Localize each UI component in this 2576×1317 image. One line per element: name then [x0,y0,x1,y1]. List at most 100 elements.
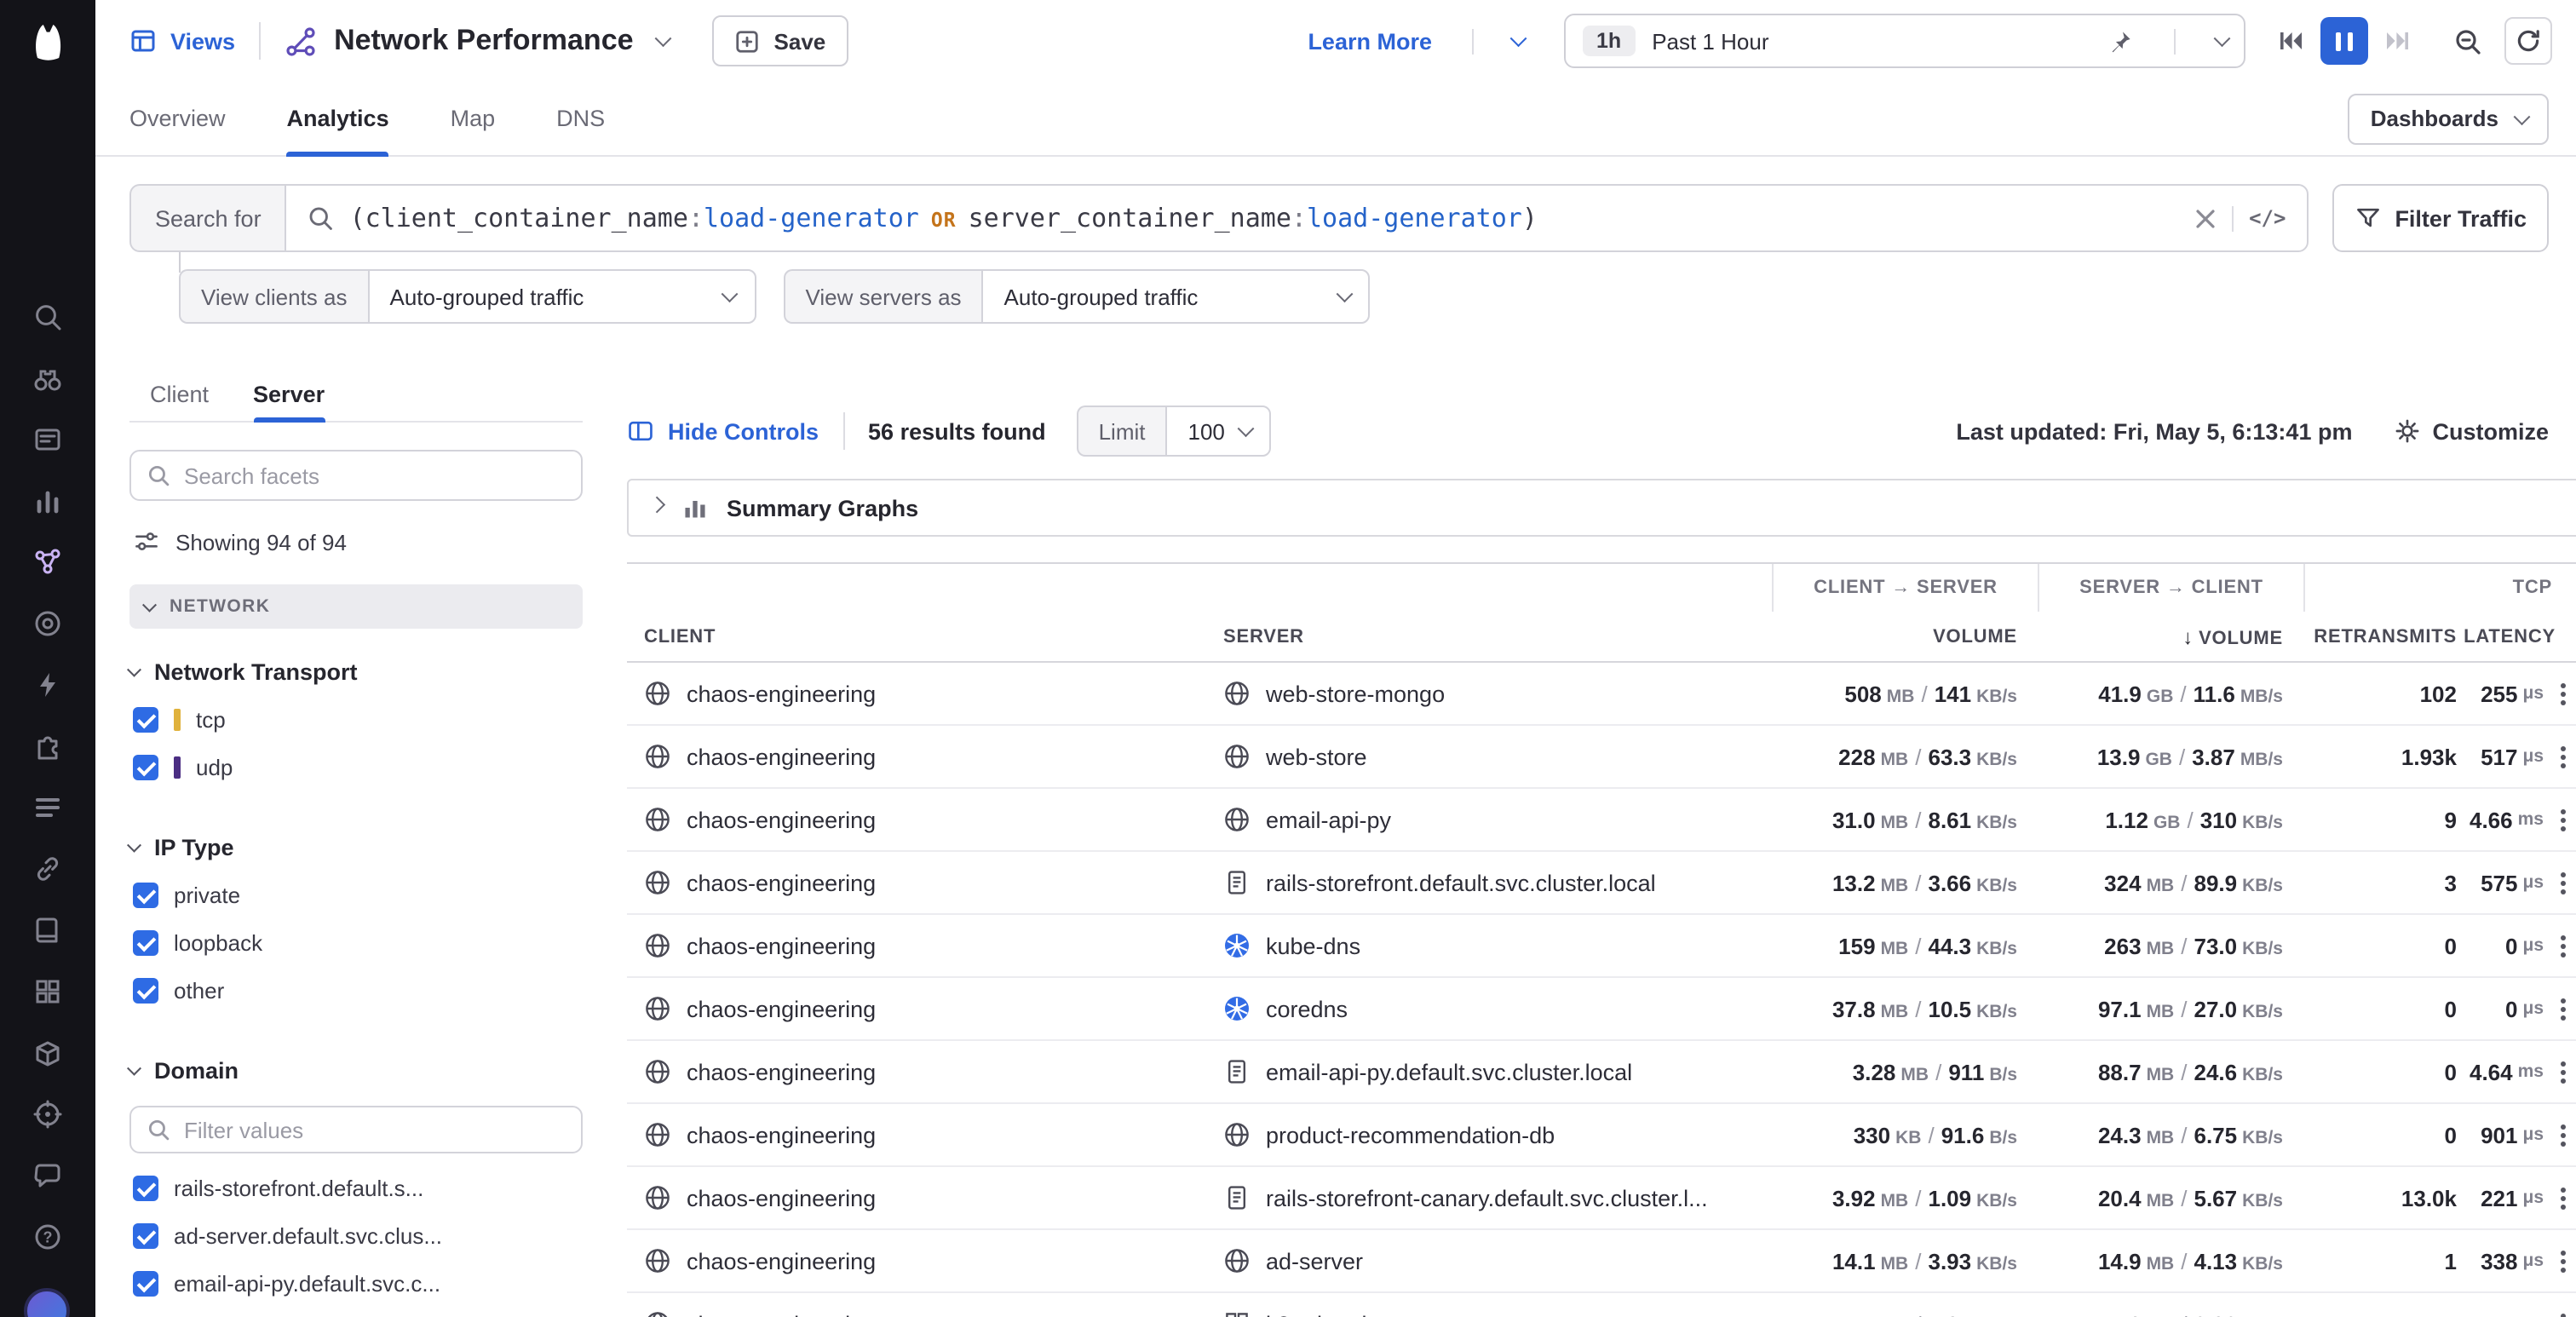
chat-icon[interactable] [32,1160,63,1191]
network-section-header[interactable]: NETWORK [129,584,583,629]
server-cell[interactable]: kube-dns [1210,932,1772,959]
package-icon[interactable] [32,1038,63,1068]
filter-traffic-button[interactable]: Filter Traffic [2332,184,2549,252]
client-cell[interactable]: chaos-engineering [627,806,1210,833]
col-server[interactable]: SERVER [1210,626,1772,647]
client-cell[interactable]: chaos-engineering [627,1310,1210,1317]
time-range-picker[interactable]: 1h Past 1 Hour [1564,14,2245,68]
server-cell[interactable]: web-store-mongo [1210,680,1772,707]
hide-controls-button[interactable]: Hide Controls [627,417,819,445]
puzzle-icon[interactable] [32,731,63,762]
client-cell[interactable]: chaos-engineering [627,869,1210,896]
topology-icon[interactable] [32,547,63,578]
checkbox-checked[interactable] [133,755,158,780]
domain-filter-input[interactable] [184,1117,566,1142]
row-menu-icon[interactable] [2561,880,2566,885]
server-cell[interactable]: web-store [1210,743,1772,770]
cards-icon[interactable] [32,424,63,455]
app-logo[interactable] [22,14,73,65]
table-row[interactable]: chaos-engineering coredns 37.8MB/10.5KB/… [627,978,2576,1041]
customize-button[interactable]: Customize [2393,417,2549,445]
table-row[interactable]: chaos-engineering email-api-py.default.s… [627,1041,2576,1104]
checkbox-checked[interactable] [133,707,158,733]
dashboards-button[interactable]: Dashboards [2349,93,2549,144]
grid-icon[interactable] [32,976,63,1007]
views-button[interactable]: Views [129,27,235,55]
checkbox-checked[interactable] [133,978,158,1004]
row-menu-icon[interactable] [2561,1132,2566,1137]
table-row[interactable]: chaos-engineering kube-dns 159MB/44.3KB/… [627,915,2576,978]
server-cell[interactable]: rails-storefront-canary.default.svc.clus… [1210,1184,1772,1211]
facet-group-network-transport[interactable]: Network Transport [129,659,583,685]
bar-chart-icon[interactable] [32,486,63,516]
learn-more-button[interactable]: Learn More [1308,28,1523,54]
pin-icon[interactable] [2107,28,2132,54]
table-row[interactable]: chaos-engineering email-api-py 31.0MB/8.… [627,789,2576,852]
refresh-button[interactable] [2504,17,2552,65]
search-query-input[interactable]: (client_container_name:load-generatorORs… [285,184,2309,252]
save-button[interactable]: Save [713,15,848,66]
table-row[interactable]: chaos-engineering web-store 228MB/63.3KB… [627,726,2576,789]
row-menu-icon[interactable] [2561,1006,2566,1011]
server-cell[interactable]: product-recommendation-db [1210,1121,1772,1148]
table-row[interactable]: chaos-engineering k8s-dns-dnsmasq-nanny.… [627,1293,2576,1317]
row-menu-icon[interactable] [2561,943,2566,948]
view-servers-select[interactable]: Auto-grouped traffic [982,269,1371,324]
col-retransmits[interactable]: RETRANSMITS [2303,626,2457,647]
facet-search-input[interactable] [184,463,566,488]
link-icon[interactable] [32,854,63,884]
target-icon[interactable] [32,1099,63,1130]
table-row[interactable]: chaos-engineering rails-storefront-canar… [627,1167,2576,1230]
checkbox-checked[interactable] [133,1176,158,1201]
row-menu-icon[interactable] [2561,1195,2566,1200]
client-cell[interactable]: chaos-engineering [627,995,1210,1022]
rewind-button[interactable] [2266,17,2314,65]
row-menu-icon[interactable] [2561,1258,2566,1263]
facet-group-domain[interactable]: Domain [129,1058,583,1084]
row-menu-icon[interactable] [2561,817,2566,822]
facet-tab-client[interactable]: Client [150,371,209,421]
client-cell[interactable]: chaos-engineering [627,680,1210,707]
server-cell[interactable]: k8s-dns-dnsmasq-nanny... [1210,1310,1772,1317]
tab-dns[interactable]: DNS [556,81,605,156]
table-row[interactable]: chaos-engineering rails-storefront.defau… [627,852,2576,915]
client-cell[interactable]: chaos-engineering [627,1058,1210,1085]
rings-icon[interactable] [32,608,63,639]
checkbox-checked[interactable] [133,1223,158,1249]
row-menu-icon[interactable] [2561,691,2566,696]
server-cell[interactable]: email-api-py.default.svc.cluster.local [1210,1058,1772,1085]
table-row[interactable]: chaos-engineering ad-server 14.1MB/3.93K… [627,1230,2576,1293]
checkbox-checked[interactable] [133,1271,158,1297]
list-icon[interactable] [32,792,63,823]
book-icon[interactable] [32,915,63,946]
view-title-menu[interactable]: Network Performance [285,24,668,58]
client-cell[interactable]: chaos-engineering [627,1247,1210,1274]
binoculars-icon[interactable] [32,363,63,394]
server-cell[interactable]: email-api-py [1210,806,1772,833]
user-avatar[interactable] [24,1288,70,1317]
row-menu-icon[interactable] [2561,1069,2566,1074]
server-cell[interactable]: coredns [1210,995,1772,1022]
server-cell[interactable]: rails-storefront.default.svc.cluster.loc… [1210,869,1772,896]
view-clients-select[interactable]: Auto-grouped traffic [368,269,756,324]
col-latency[interactable]: LATENCY [2457,626,2576,647]
col-client[interactable]: CLIENT [627,626,1210,647]
col-volume-server-client[interactable]: ↓VOLUME [2038,624,2303,648]
zoom-out-button[interactable] [2443,17,2491,65]
help-icon[interactable]: ? [32,1222,63,1252]
tab-overview[interactable]: Overview [129,81,226,156]
checkbox-checked[interactable] [133,930,158,956]
client-cell[interactable]: chaos-engineering [627,743,1210,770]
client-cell[interactable]: chaos-engineering [627,932,1210,959]
pause-button[interactable] [2320,17,2368,65]
client-cell[interactable]: chaos-engineering [627,1184,1210,1211]
server-cell[interactable]: ad-server [1210,1247,1772,1274]
limit-select[interactable]: 100 [1166,405,1272,457]
lightning-icon[interactable] [32,670,63,700]
table-row[interactable]: chaos-engineering product-recommendation… [627,1104,2576,1167]
clear-icon[interactable] [2194,207,2217,229]
row-menu-icon[interactable] [2561,754,2566,759]
facet-group-ip-type[interactable]: IP Type [129,835,583,860]
tab-analytics[interactable]: Analytics [287,81,389,156]
facet-tab-server[interactable]: Server [253,371,325,421]
